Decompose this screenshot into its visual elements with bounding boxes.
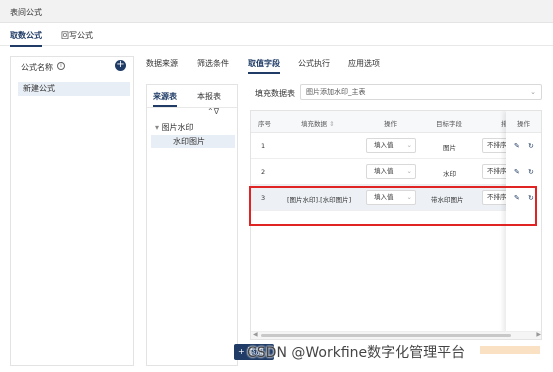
col-operation: 操作 (384, 120, 397, 128)
caret-down-icon[interactable]: ▾ (155, 123, 159, 132)
scroll-left-icon[interactable]: ◀ (253, 331, 258, 338)
row-seq: 2 (261, 168, 266, 176)
source-table-panel: 来源表 本报表 ⌃∇ ▾ 图片水印 水印图片 (146, 84, 238, 366)
chevron-down-icon: ⌄ (530, 88, 536, 96)
tab-data-source[interactable]: 数据来源 (146, 58, 178, 69)
grid-header: 序号 填充数据 ⇕ 操作 目标字段 排 (251, 111, 541, 133)
tree-node-parent[interactable]: ▾ 图片水印 (155, 122, 194, 133)
formula-type-tabs: 取数公式 回写公式 (0, 24, 553, 47)
operation-select[interactable]: 填入值 ⌄ (366, 138, 416, 153)
add-formula-button[interactable]: + (115, 60, 126, 71)
sort-icon: ⇕ (329, 120, 335, 128)
col-fill-data[interactable]: 填充数据 ⇕ (301, 118, 335, 128)
refresh-icon[interactable]: ↻ (528, 168, 534, 176)
tab-filter-conditions[interactable]: 筛选条件 (197, 58, 229, 69)
row-seq: 1 (261, 142, 266, 150)
dialog-titlebar: 表间公式 (0, 0, 553, 23)
edit-icon[interactable]: ✎ (514, 168, 520, 176)
chevron-down-icon: ⌄ (406, 141, 412, 149)
fill-table-select[interactable]: 图片添加水印_主表 ⌄ (300, 84, 542, 100)
fill-table-value: 图片添加水印_主表 (306, 88, 366, 96)
operation-select[interactable]: 填入值 ⌄ (366, 164, 416, 179)
tab-fetch-formula[interactable]: 取数公式 (10, 30, 42, 47)
tab-writeback-formula[interactable]: 回写公式 (61, 30, 93, 41)
tree-parent-label: 图片水印 (161, 123, 194, 132)
tab-apply-options[interactable]: 应用选项 (348, 58, 380, 69)
tree-node-child[interactable]: 水印图片 (151, 135, 235, 148)
row-target-field: 图片 (443, 144, 456, 152)
formula-list-item[interactable]: 新建公式 (18, 82, 130, 96)
chevron-down-icon: ⌄ (406, 167, 412, 175)
tab-source-table[interactable]: 来源表 (153, 91, 177, 107)
col-target-field: 目标字段 (436, 120, 462, 128)
horizontal-scrollbar[interactable]: ◀ ▶ (251, 331, 541, 339)
divider (147, 107, 237, 108)
table-row[interactable]: 1 填入值 ⌄ 图片 不排序 (251, 133, 541, 159)
tab-this-report[interactable]: 本报表 (197, 91, 221, 102)
refresh-icon[interactable]: ↻ (528, 142, 534, 150)
formula-name-header: 公式名称 (21, 63, 53, 72)
table-row[interactable]: 2 填入值 ⌄ 水印 不排序 (251, 159, 541, 185)
scroll-right-icon[interactable]: ▶ (536, 331, 541, 338)
tab-value-fields[interactable]: 取值字段 (248, 58, 280, 74)
formula-list-panel: 公式名称 i + 新建公式 (10, 56, 134, 366)
fill-table-label: 填充数据表 (255, 89, 295, 98)
highlight-box (249, 186, 537, 226)
info-icon[interactable]: i (57, 62, 65, 70)
scrollbar-thumb[interactable] (261, 334, 511, 337)
edit-icon[interactable]: ✎ (514, 142, 520, 150)
tab-formula-execution[interactable]: 公式执行 (298, 58, 330, 69)
dialog-title: 表间公式 (10, 8, 42, 17)
collapse-expand-icon[interactable]: ⌃∇ (207, 107, 219, 116)
watermark-text: CSDN @Workfine数字化管理平台 (247, 345, 466, 361)
row-target-field: 水印 (443, 170, 456, 178)
col-actions: 操作 (517, 120, 530, 128)
col-seq: 序号 (258, 120, 271, 128)
watermark-decoration (480, 346, 540, 354)
